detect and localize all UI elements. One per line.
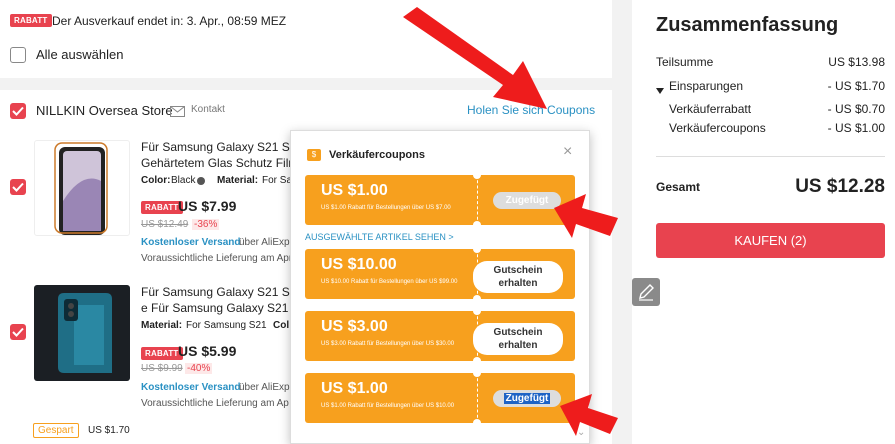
color-value: Black — [171, 175, 196, 186]
coupon-card: US $10.00 US $10.00 Rabatt für Bestellun… — [305, 249, 575, 299]
coupon-divider — [477, 373, 478, 423]
summary-title: Zusammenfassung — [656, 14, 839, 36]
caret-down-icon[interactable] — [656, 81, 664, 99]
coupon-card: US $3.00 US $3.00 Rabatt für Bestellunge… — [305, 311, 575, 361]
coupon-description: US $10.00 Rabatt für Bestellungen über U… — [321, 279, 458, 285]
sale-countdown-text: Der Ausverkauf endet in: 3. Apr., 08:59 … — [52, 14, 287, 28]
coupon-amount: US $1.00 — [321, 182, 388, 199]
contact-link[interactable]: Kontakt — [191, 104, 225, 115]
coupon-description: US $1.00 Rabatt für Bestellungen über US… — [321, 403, 455, 409]
material-label: Material: — [217, 175, 259, 186]
product-price: US $5.99 — [178, 343, 237, 359]
coupon-amount: US $1.00 — [321, 380, 388, 397]
order-summary-panel: Zusammenfassung Teilsumme US $13.98 Eins… — [632, 0, 895, 444]
delivery-estimate: Voraussichtliche Lieferung am Ap — [141, 398, 289, 409]
product-checkbox[interactable] — [10, 179, 26, 195]
buy-button[interactable]: KAUFEN (2) — [656, 223, 885, 258]
select-all-label: Alle auswählen — [36, 47, 124, 62]
free-shipping-link[interactable]: Kostenloser Versand — [141, 382, 240, 393]
coupon-divider — [477, 175, 478, 225]
rabatt-tag: RABATT — [141, 201, 183, 214]
product-title-line2[interactable]: Gehärtetem Glas Schutz Film — [141, 156, 298, 170]
popup-title: Verkäufercoupons — [329, 149, 425, 161]
edit-pencil-icon[interactable] — [632, 278, 660, 306]
get-coupon-button[interactable]: Gutschein erhalten — [473, 323, 563, 355]
free-shipping-link[interactable]: Kostenloser Versand — [141, 237, 240, 248]
close-icon[interactable]: × — [563, 143, 572, 161]
product-title[interactable]: Für Samsung Galaxy S21 S21 — [141, 140, 303, 154]
discount-badge: -40% — [185, 363, 213, 374]
coupon-added-button[interactable]: Zugefügt — [493, 390, 561, 407]
product-checkbox[interactable] — [10, 324, 26, 340]
subtotal-value: US $13.98 — [828, 55, 885, 69]
saved-value: US $1.70 — [88, 425, 130, 436]
coupon-amount: US $3.00 — [321, 318, 388, 335]
material-value: For Samsung S21 — [186, 320, 267, 331]
shipping-text: über AliExp — [239, 237, 290, 248]
total-value: US $12.28 — [795, 176, 885, 197]
coupon-amount: US $10.00 — [321, 256, 397, 273]
select-all-checkbox[interactable] — [10, 47, 26, 63]
product-image-phone-case[interactable] — [34, 285, 130, 381]
color-swatch-icon — [197, 177, 205, 185]
see-selected-items-link[interactable]: AUSGEWÄHLTE ARTIKEL SEHEN > — [305, 232, 454, 242]
coupon-description: US $1.00 Rabatt für Bestellungen über US… — [321, 205, 451, 211]
shipping-text: über AliExp — [239, 382, 290, 393]
coupon-description: US $3.00 Rabatt für Bestellungen über US… — [321, 341, 455, 347]
arrow-annotation-icon — [560, 394, 618, 436]
product-price: US $7.99 — [178, 198, 237, 214]
product-image-screen-protector[interactable] — [34, 140, 130, 236]
coupon-added-button[interactable]: Zugefügt — [493, 192, 561, 209]
seller-coupons-popup: $ Verkäufercoupons × US $1.00 US $1.00 R… — [290, 130, 590, 444]
discount-badge: -36% — [192, 219, 220, 230]
seller-coupons-label: Verkäufercoupons — [669, 121, 766, 135]
old-price: US $12.49 — [141, 219, 189, 230]
delivery-estimate: Voraussichtliche Lieferung am Apr — [141, 253, 293, 264]
rabatt-tag: RABATT — [10, 14, 52, 27]
old-price: US $9.99 — [141, 363, 183, 374]
store-checkbox[interactable] — [10, 103, 26, 119]
coupon-card: US $1.00 US $1.00 Rabatt für Bestellunge… — [305, 373, 575, 423]
color-label: Color: — [141, 175, 171, 186]
store-name[interactable]: NILLKIN Oversea Store — [36, 103, 173, 118]
savings-label[interactable]: Einsparungen — [669, 79, 743, 93]
coupon-card: US $1.00 US $1.00 Rabatt für Bestellunge… — [305, 175, 575, 225]
product-title-line2[interactable]: e Für Samsung Galaxy S21 Ul — [141, 301, 303, 315]
product-title[interactable]: Für Samsung Galaxy S21 S21 — [141, 285, 303, 299]
material-label: Material: — [141, 320, 183, 331]
seller-discount-value: - US $0.70 — [827, 102, 885, 116]
seller-discount-label: Verkäuferrabatt — [669, 102, 752, 116]
rabatt-tag: RABATT — [141, 347, 183, 360]
coupon-added-label: Zugefügt — [503, 393, 551, 404]
color-label: Col — [273, 320, 290, 331]
arrow-annotation-icon — [554, 194, 618, 238]
saved-tag: Gespart — [33, 423, 79, 438]
seller-coupons-value: - US $1.00 — [827, 121, 885, 135]
subtotal-label: Teilsumme — [656, 55, 714, 69]
total-label: Gesamt — [656, 180, 701, 194]
summary-divider — [656, 156, 885, 157]
arrow-annotation-icon — [403, 7, 547, 109]
savings-value: - US $1.70 — [827, 79, 885, 93]
get-coupon-button[interactable]: Gutschein erhalten — [473, 261, 563, 293]
coupon-badge-icon: $ — [307, 149, 321, 161]
material-value: For Sa — [262, 175, 293, 186]
mail-icon[interactable] — [170, 104, 185, 122]
